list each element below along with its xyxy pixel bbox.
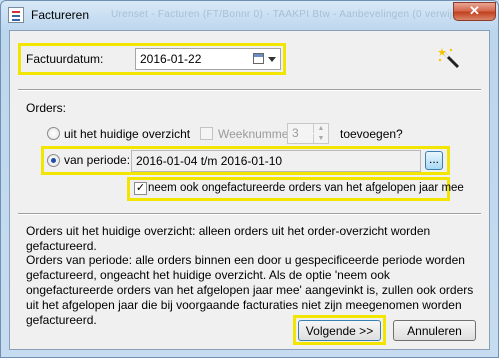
window-title: Factureren: [31, 8, 90, 22]
close-icon: ✕: [469, 3, 480, 18]
app-icon: [8, 7, 24, 23]
period-value: 2016-01-04 t/m 2016-01-10: [136, 154, 283, 168]
invoice-date-field[interactable]: 2016-01-22: [135, 48, 281, 70]
separator: [18, 89, 481, 91]
background-window-title: Urenset - Facturen (FT/Bonnr 0) - TAAKPI…: [111, 9, 478, 20]
title-bar[interactable]: Factureren Urenset - Facturen (FT/Bonnr …: [1, 1, 498, 29]
weeknummer-value: 3: [292, 126, 299, 140]
weeknummer-checkbox[interactable]: [200, 127, 213, 140]
radio-period-label[interactable]: van periode:: [64, 153, 130, 167]
stepper-up-icon[interactable]: ▲: [313, 124, 328, 133]
close-button[interactable]: ✕: [453, 2, 496, 21]
dialog-window: Factureren Urenset - Facturen (FT/Bonnr …: [0, 0, 499, 358]
info-paragraph-current: Orders uit het huidige overzicht: alleen…: [26, 224, 431, 253]
period-browse-button[interactable]: ...: [425, 151, 443, 170]
calendar-icon[interactable]: [253, 53, 264, 64]
include-unbilled-checkbox[interactable]: ✓: [134, 182, 147, 195]
cancel-button[interactable]: Annuleren: [393, 320, 476, 341]
orders-heading: Orders:: [26, 101, 67, 115]
separator: [18, 213, 481, 215]
weeknummer-stepper[interactable]: 3 ▲ ▼: [287, 123, 329, 144]
next-button[interactable]: Volgende >>: [298, 320, 381, 341]
radio-current-overview-label[interactable]: uit het huidige overzicht: [64, 127, 190, 141]
stepper-down-icon[interactable]: ▼: [313, 134, 328, 143]
include-unbilled-label[interactable]: neem ook ongefactureerde orders van het …: [148, 182, 464, 194]
radio-period[interactable]: [47, 154, 60, 167]
invoice-date-value: 2016-01-22: [140, 52, 202, 66]
period-field: 2016-01-04 t/m 2016-01-10: [131, 150, 421, 172]
radio-current-overview[interactable]: [47, 127, 60, 140]
dialog-body: Factuurdatum: 2016-01-22 Orders: uit het…: [9, 30, 490, 350]
toevoegen-label: toevoegen?: [340, 127, 403, 141]
magic-wand-icon[interactable]: [438, 47, 462, 71]
invoice-date-label: Factuurdatum:: [26, 52, 104, 66]
chevron-down-icon[interactable]: [268, 57, 276, 62]
weeknummer-label: Weeknummer: [218, 127, 293, 141]
info-paragraph-period: Orders van periode: alle orders binnen e…: [26, 253, 474, 327]
